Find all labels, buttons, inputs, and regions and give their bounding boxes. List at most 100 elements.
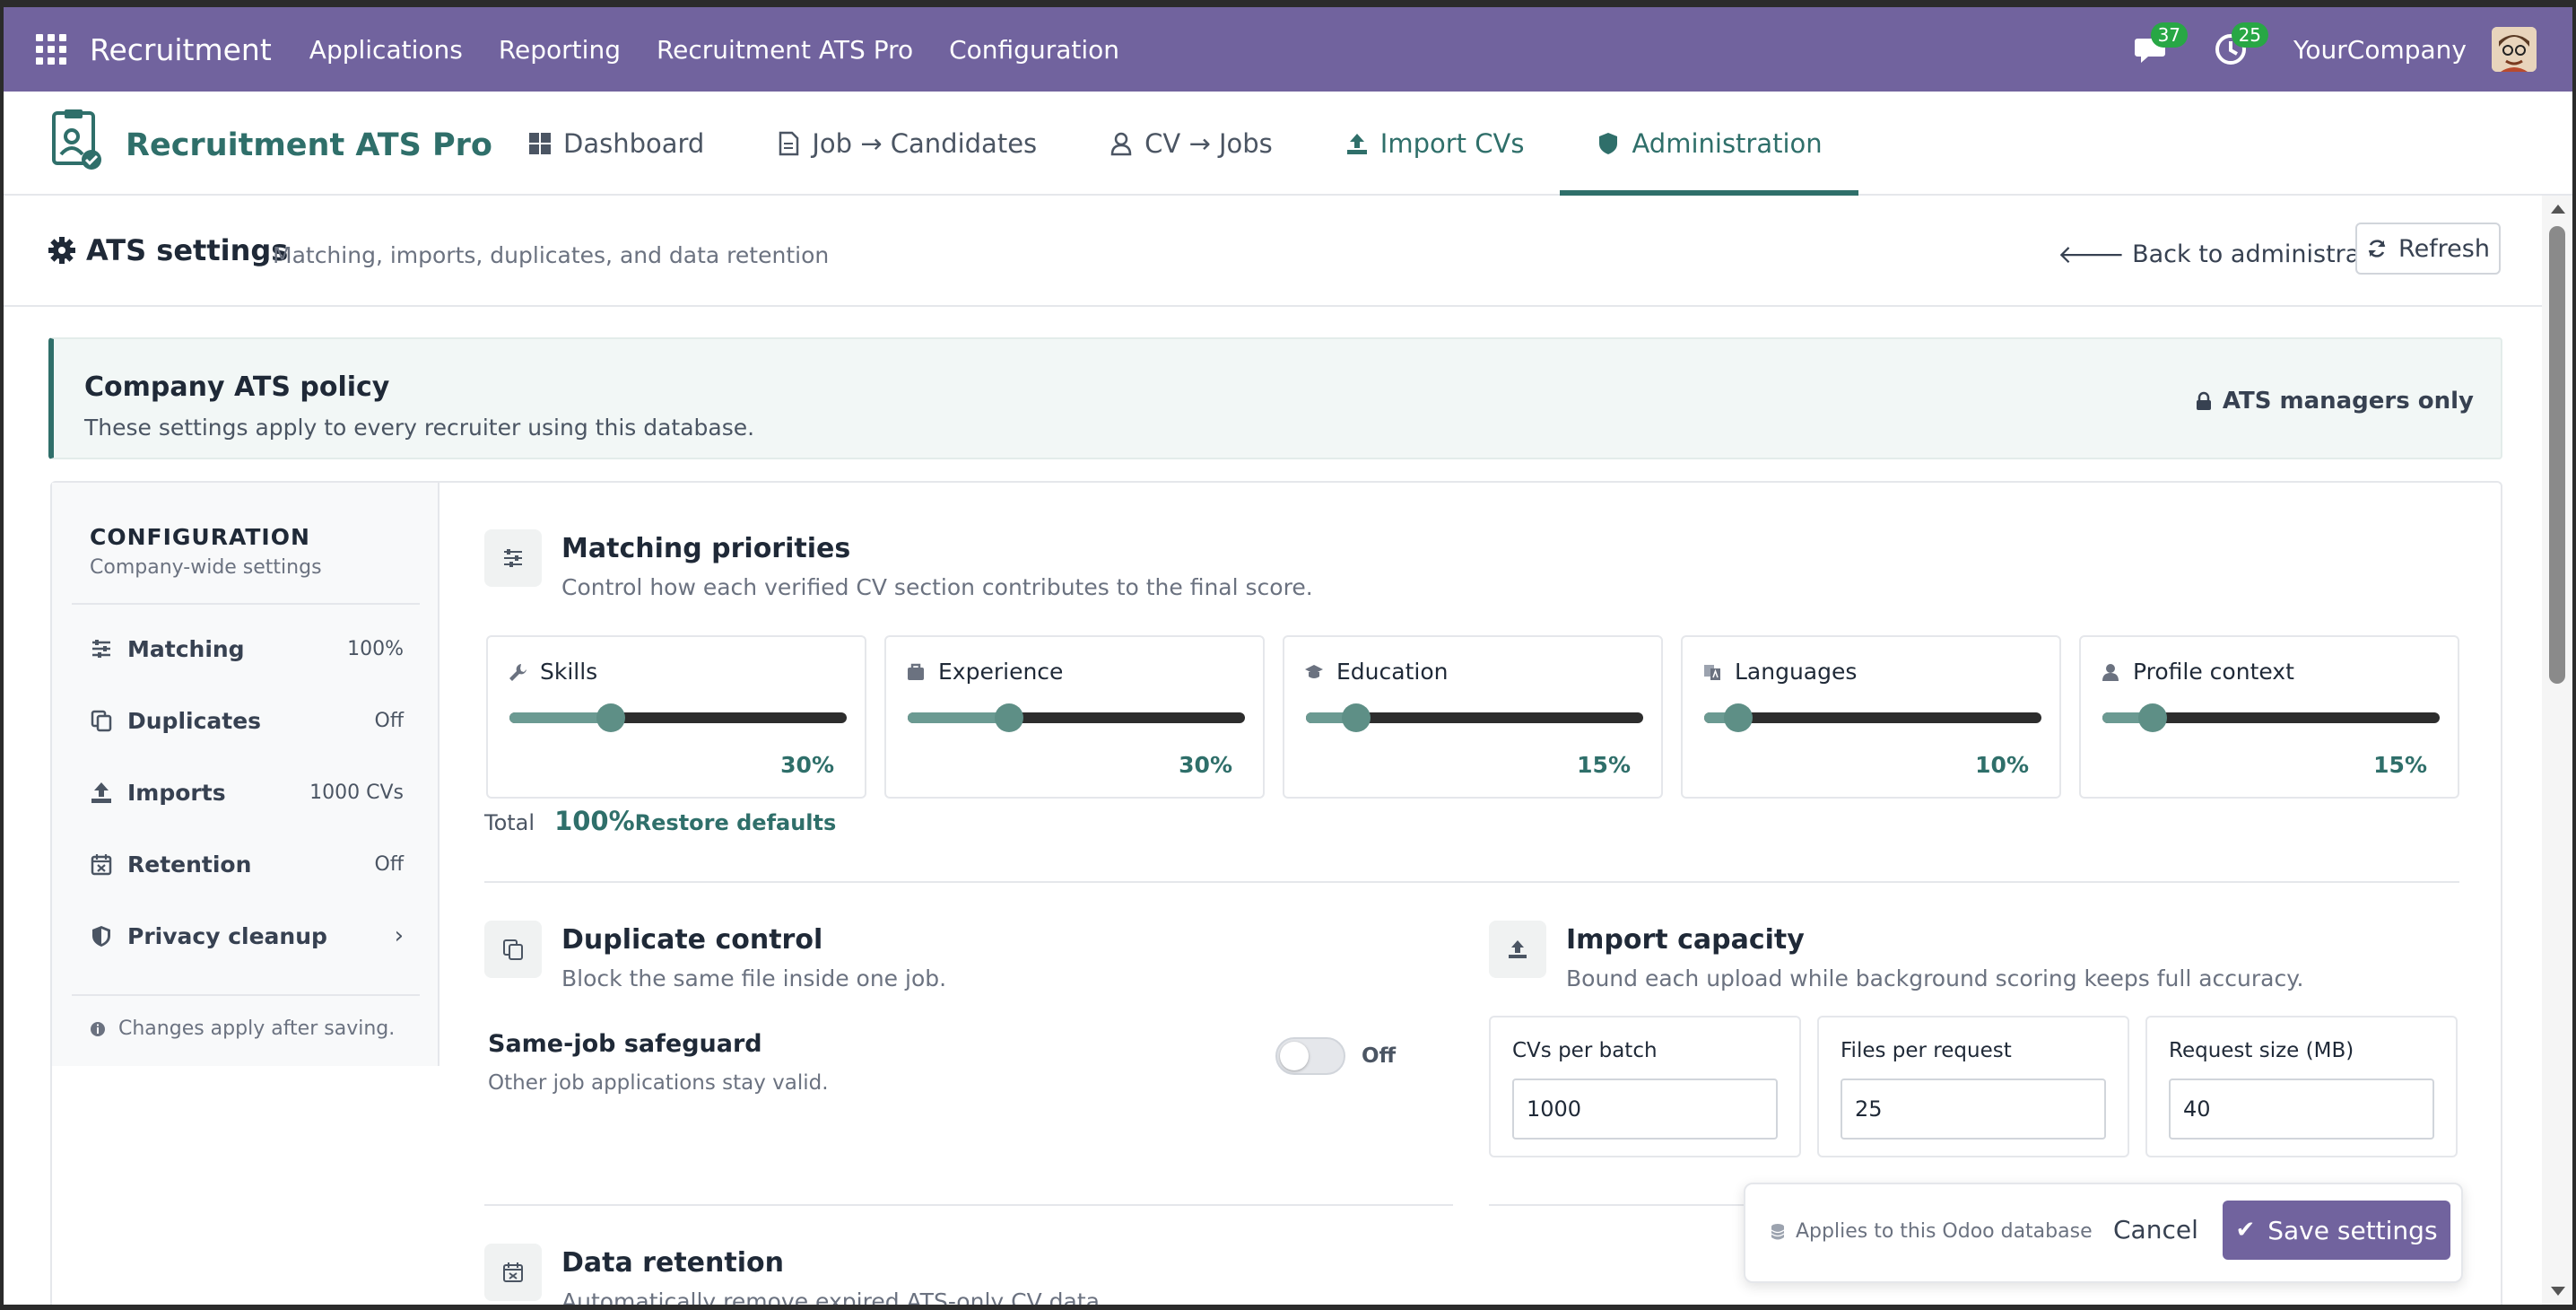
menu-reporting[interactable]: Reporting: [499, 35, 621, 65]
tab-cv-jobs-label: CV → Jobs: [1144, 128, 1273, 159]
weight-slider[interactable]: [509, 703, 847, 732]
weight-slider-thumb[interactable]: [994, 703, 1023, 732]
tab-job-candidates-label: Job → Candidates: [812, 128, 1038, 159]
same-job-safeguard-toggle[interactable]: [1275, 1037, 1345, 1075]
briefcase-icon: [908, 663, 924, 680]
document-icon: [779, 131, 799, 156]
refresh-label: Refresh: [2398, 234, 2490, 263]
weight-card-skills: Skills 30%: [486, 635, 866, 799]
sidebar-title: CONFIGURATION: [90, 524, 310, 550]
cvs-per-batch-input[interactable]: 1000: [1512, 1079, 1778, 1140]
upload-icon: [1489, 921, 1546, 978]
company-switcher[interactable]: YourCompany: [2293, 35, 2467, 65]
user-icon: [1110, 132, 1132, 156]
toggle-knob: [1280, 1042, 1309, 1070]
matching-subtitle: Control how each verified CV section con…: [561, 574, 1313, 600]
check-icon: ✔: [2235, 1217, 2256, 1244]
weight-card-profile-context: Profile context 15%: [2079, 635, 2459, 799]
scroll-down-arrow-icon[interactable]: [2551, 1287, 2565, 1296]
imports-subtitle: Bound each upload while background scori…: [1566, 965, 2304, 991]
sidebar-divider: [72, 603, 420, 605]
files-per-request-input[interactable]: 25: [1841, 1079, 2106, 1140]
weight-slider-thumb[interactable]: [1342, 703, 1371, 732]
access-label: ATS managers only: [2222, 388, 2474, 415]
safeguard-sub: Other job applications stay valid.: [488, 1071, 829, 1095]
graduation-cap-icon: [1305, 664, 1323, 678]
tab-dashboard[interactable]: Dashboard: [492, 92, 740, 196]
menu-recruitment-ats-pro[interactable]: Recruitment ATS Pro: [657, 35, 913, 65]
back-to-administration-link[interactable]: 🡐 Back to administration: [2058, 239, 2406, 269]
weight-card-head: Profile context: [2101, 659, 2294, 685]
sidebar-item-value: 100%: [347, 637, 404, 660]
sidebar-item-matching[interactable]: Matching 100%: [72, 621, 420, 677]
app-header: Recruitment ATS Pro Dashboard Job → Cand…: [4, 92, 2572, 196]
weight-percent: 30%: [780, 752, 834, 778]
weight-card-head: Experience: [906, 659, 1063, 685]
refresh-button[interactable]: Refresh: [2355, 223, 2501, 275]
calendar-x-icon: [484, 1244, 542, 1301]
weight-percent: 30%: [1179, 752, 1232, 778]
activities-clock-icon[interactable]: 25: [2213, 22, 2269, 67]
language-icon: [1704, 664, 1720, 680]
policy-description: These settings apply to every recruiter …: [84, 415, 755, 441]
scroll-up-arrow-icon[interactable]: [2551, 205, 2565, 214]
weight-label: Experience: [938, 659, 1064, 685]
weight-slider[interactable]: [908, 703, 1245, 732]
top-menu: Applications Reporting Recruitment ATS P…: [292, 35, 1137, 65]
restore-defaults-link[interactable]: Restore defaults: [635, 810, 837, 835]
tab-job-candidates[interactable]: Job → Candidates: [740, 92, 1073, 196]
total-value: 100%: [554, 806, 635, 836]
company-policy-banner: Company ATS policy These settings apply …: [48, 337, 2502, 459]
tab-administration[interactable]: Administration: [1560, 92, 1858, 196]
retention-subtitle: Automatically remove expired ATS-only CV…: [561, 1288, 1107, 1305]
navbar-right: 37 25 YourCompany: [2132, 7, 2537, 92]
sidebar-item-imports[interactable]: Imports 1000 CVs: [72, 764, 420, 820]
cvs-per-batch-box: CVs per batch 1000: [1489, 1016, 1801, 1157]
tab-cv-jobs[interactable]: CV → Jobs: [1073, 92, 1309, 196]
activities-badge: 25: [2231, 22, 2269, 48]
sliders-icon: [92, 640, 110, 658]
weight-slider-thumb[interactable]: [2138, 703, 2168, 732]
avatar[interactable]: [2492, 27, 2537, 72]
toggle-state-label: Off: [1362, 1044, 1397, 1068]
request-size-input[interactable]: 40: [2169, 1079, 2434, 1140]
save-settings-button[interactable]: ✔ Save settings: [2223, 1201, 2450, 1260]
page-title: ATS settings: [86, 233, 289, 267]
sidebar-item-duplicates[interactable]: Duplicates Off: [72, 693, 420, 748]
sidebar-subtitle: Company-wide settings: [90, 556, 322, 579]
app-tabs: Dashboard Job → Candidates CV → Jobs Imp…: [492, 92, 1858, 196]
weight-slider[interactable]: [1306, 703, 1643, 732]
sidebar-item-value: 1000 CVs: [309, 781, 404, 804]
weight-slider[interactable]: [1704, 703, 2041, 732]
sidebar-item-privacy-cleanup[interactable]: Privacy cleanup ›: [72, 908, 420, 964]
weight-label: Education: [1336, 659, 1449, 685]
weight-slider-thumb[interactable]: [1723, 703, 1753, 732]
sidebar-item-label: Matching: [127, 635, 245, 662]
copy-icon: [91, 710, 112, 732]
weight-slider-fill: [509, 712, 611, 723]
menu-configuration[interactable]: Configuration: [949, 35, 1119, 65]
brand-title[interactable]: Recruitment: [90, 32, 272, 67]
weight-card-head: Languages: [1702, 659, 1857, 685]
weight-percent: 15%: [1577, 752, 1631, 778]
lock-icon: [2196, 391, 2211, 410]
weight-slider-thumb[interactable]: [596, 703, 625, 732]
weight-slider[interactable]: [2102, 703, 2440, 732]
save-action-bar: Applies to this Odoo database Cancel ✔ S…: [1744, 1183, 2463, 1283]
user-icon: [2102, 663, 2119, 681]
database-note: Applies to this Odoo database: [1769, 1220, 2093, 1243]
upload-icon: [1346, 134, 1367, 154]
page-subtitle: Matching, imports, duplicates, and data …: [273, 242, 830, 268]
messages-icon[interactable]: 37: [2132, 22, 2189, 67]
tab-import-cvs[interactable]: Import CVs: [1309, 92, 1561, 196]
page-scrollbar[interactable]: [2542, 196, 2572, 1305]
matching-title: Matching priorities: [561, 533, 851, 564]
copy-icon: [484, 921, 542, 978]
cancel-button[interactable]: Cancel: [2113, 1215, 2198, 1244]
scrollbar-thumb[interactable]: [2549, 226, 2565, 684]
tab-import-cvs-label: Import CVs: [1379, 128, 1525, 159]
sidebar-item-label: Retention: [127, 851, 252, 878]
menu-applications[interactable]: Applications: [309, 35, 463, 65]
apps-grid-icon[interactable]: [36, 34, 66, 65]
sidebar-item-retention[interactable]: Retention Off: [72, 836, 420, 892]
